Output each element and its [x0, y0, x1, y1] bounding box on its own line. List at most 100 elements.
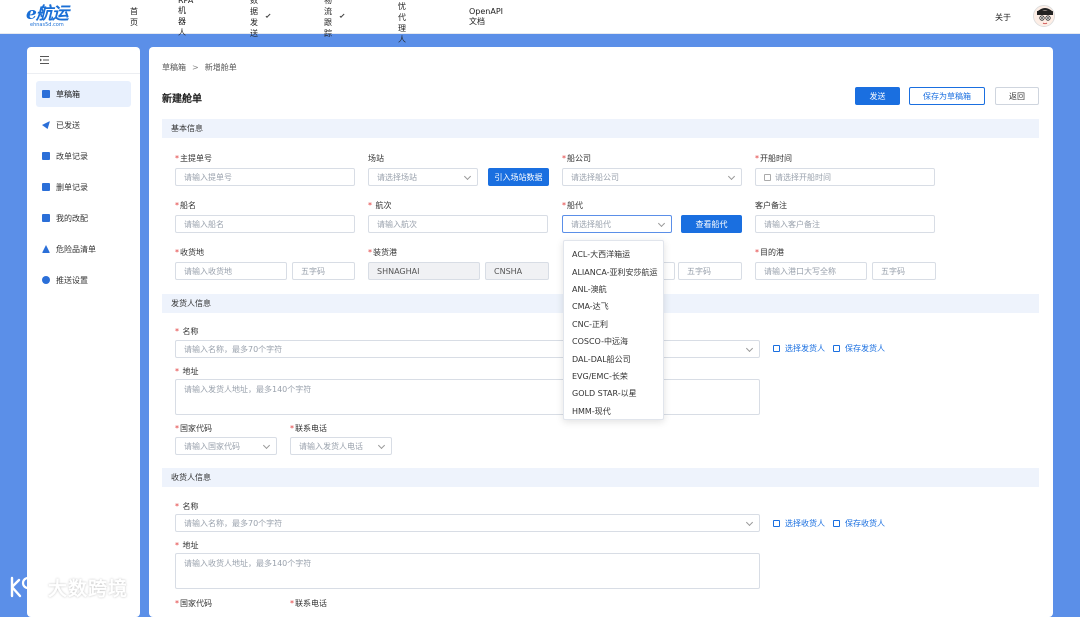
- shipper-name-label-text: 名称: [182, 327, 199, 336]
- chevron-down-icon: [265, 12, 271, 19]
- save-draft-button[interactable]: 保存为草稿箱: [909, 87, 985, 105]
- agent-option[interactable]: COSCO-中远海: [564, 333, 663, 350]
- remark-label: 客户备注: [755, 201, 787, 210]
- remark-input[interactable]: 请输入客户备注: [755, 215, 935, 233]
- breadcrumb-parent[interactable]: 草稿箱: [162, 62, 186, 73]
- consignee-address-textarea[interactable]: 请输入收货人地址，最多140个字符: [175, 553, 760, 589]
- shipper-name-placeholder: 请输入名称，最多70个字符: [184, 344, 283, 354]
- yard-select[interactable]: 请选择场站: [368, 168, 478, 186]
- nav-data-send-label: 数据发送: [250, 0, 258, 38]
- required-mark: *: [175, 367, 179, 376]
- breadcrumb-separator: >: [192, 63, 199, 72]
- agent-option[interactable]: ALIANCA-亚利安莎航运: [564, 263, 663, 280]
- agent-select[interactable]: 请选择船代: [562, 215, 672, 233]
- save-icon: [833, 345, 840, 352]
- sidebar-item-sent[interactable]: 已发送: [36, 112, 131, 138]
- select-consignee-link-label: 选择收货人: [785, 519, 825, 528]
- voyage-input[interactable]: 请输入航次: [368, 215, 548, 233]
- chevron-down-icon: [262, 441, 271, 450]
- chevron-down-icon: [727, 172, 736, 181]
- shipper-country-placeholder: 请输入国家代码: [184, 441, 240, 451]
- save-consignee-link-label: 保存收货人: [845, 519, 885, 528]
- sidebar-item-delete-records[interactable]: 删单记录: [36, 174, 131, 200]
- send-icon: [42, 121, 50, 129]
- agent-option[interactable]: ANL-澳航: [564, 281, 663, 298]
- select-consignee-link[interactable]: 选择收货人: [773, 518, 825, 529]
- sidebar-item-hazard-list[interactable]: 危险品清单: [36, 236, 131, 262]
- bl-number-input[interactable]: 请输入提单号: [175, 168, 355, 186]
- page-title: 新建舱单: [162, 94, 202, 105]
- hazard-icon: [42, 245, 50, 253]
- shipper-country-select[interactable]: 请输入国家代码: [175, 437, 277, 455]
- required-mark: *: [562, 154, 566, 163]
- breadcrumb: 草稿箱 > 新增舱单: [162, 62, 237, 73]
- back-button[interactable]: 返回: [995, 87, 1039, 105]
- select-icon: [773, 520, 780, 527]
- sail-time-picker[interactable]: 请选择开船时间: [755, 168, 935, 186]
- save-icon: [833, 520, 840, 527]
- required-mark: *: [562, 201, 566, 210]
- user-avatar[interactable]: [1033, 5, 1055, 27]
- sidebar-toggle[interactable]: [27, 47, 140, 74]
- sidebar-item-drafts[interactable]: 草稿箱: [36, 81, 131, 107]
- chevron-down-icon: [657, 219, 666, 228]
- menu-fold-icon: [40, 56, 49, 64]
- required-mark: *: [368, 248, 372, 257]
- nav-openapi-docs-label: OpenAPI文档: [469, 7, 504, 26]
- loading-port-label-text: 装货港: [373, 248, 397, 257]
- about-link[interactable]: 关于: [995, 12, 1011, 23]
- nav-rpa-robot-label: RPA机器人: [178, 0, 194, 37]
- required-mark: *: [755, 248, 759, 257]
- shipper-name-input[interactable]: 请输入名称，最多70个字符: [175, 340, 760, 358]
- destination-port-input[interactable]: 请输入港口大写全称: [755, 262, 867, 280]
- receipt-code-input[interactable]: 五字码: [292, 262, 355, 280]
- shipper-phone-select[interactable]: 请输入发货人电话: [290, 437, 392, 455]
- save-shipper-link-label: 保存发货人: [845, 344, 885, 353]
- agent-option[interactable]: HMM-现代: [564, 403, 663, 420]
- site-logo[interactable]: e航运 ehnas5d.com: [26, 6, 86, 29]
- agent-option[interactable]: EVG/EMC-长荣: [564, 368, 663, 385]
- receipt-place-label: *收货地: [175, 247, 204, 258]
- sidebar-item-push-settings[interactable]: 推送设置: [36, 267, 131, 293]
- yard-select-placeholder: 请选择场站: [377, 172, 417, 182]
- save-consignee-link[interactable]: 保存收货人: [833, 518, 885, 529]
- carrier-select[interactable]: 请选择船公司: [562, 168, 742, 186]
- agent-option[interactable]: GOLD STAR-以星: [564, 385, 663, 402]
- logo-subtitle: ehnas5d.com: [30, 22, 64, 28]
- required-mark: *: [290, 424, 294, 433]
- loading-port-label: *装货港: [368, 247, 397, 258]
- consignee-name-input[interactable]: 请输入名称，最多70个字符: [175, 514, 760, 532]
- destination-port-label: *目的港: [755, 247, 784, 258]
- save-shipper-link[interactable]: 保存发货人: [833, 343, 885, 354]
- shipper-phone-label: *联系电话: [290, 423, 327, 434]
- nav-openapi-docs[interactable]: OpenAPI文档: [469, 7, 503, 27]
- agent-option[interactable]: ACL-大西洋箱运: [564, 246, 663, 263]
- chevron-down-icon: [745, 344, 754, 353]
- select-icon: [773, 345, 780, 352]
- view-agent-button[interactable]: 查看船代: [681, 215, 742, 233]
- nav-logistics-tracking[interactable]: 物流跟踪: [324, 0, 345, 39]
- vessel-input[interactable]: 请输入船名: [175, 215, 355, 233]
- select-shipper-link[interactable]: 选择发货人: [773, 343, 825, 354]
- destination-port-label-text: 目的港: [760, 248, 784, 257]
- sidebar-item-edit-records[interactable]: 改单记录: [36, 143, 131, 169]
- import-yard-data-button[interactable]: 引入场站数据: [488, 168, 549, 186]
- receipt-place-label-text: 收货地: [180, 248, 204, 257]
- nav-data-send[interactable]: 数据发送: [250, 0, 271, 39]
- nav-agent[interactable]: 无忧代理人: [398, 0, 406, 45]
- send-button[interactable]: 发送: [855, 87, 900, 105]
- nav-rpa-robot[interactable]: RPA机器人: [178, 0, 193, 38]
- discharge-code-input[interactable]: 五字码: [678, 262, 742, 280]
- watermark-text: 大数跨境: [48, 577, 129, 600]
- agent-option[interactable]: CNC-正利: [564, 316, 663, 333]
- shipper-name-label: * 名称: [175, 326, 199, 337]
- agent-option[interactable]: DAL-DAL船公司: [564, 350, 663, 367]
- sidebar-item-my-reassign[interactable]: 我的改配: [36, 205, 131, 231]
- sidebar-item-label: 危险品清单: [56, 244, 96, 254]
- shipper-address-textarea[interactable]: 请输入发货人地址，最多140个字符: [175, 379, 760, 415]
- receipt-place-input[interactable]: 请输入收货地: [175, 262, 287, 280]
- nav-home-label: 首页: [130, 7, 138, 27]
- destination-code-input[interactable]: 五字码: [872, 262, 936, 280]
- agent-option[interactable]: CMA-达飞: [564, 298, 663, 315]
- nav-home[interactable]: 首页: [130, 6, 138, 28]
